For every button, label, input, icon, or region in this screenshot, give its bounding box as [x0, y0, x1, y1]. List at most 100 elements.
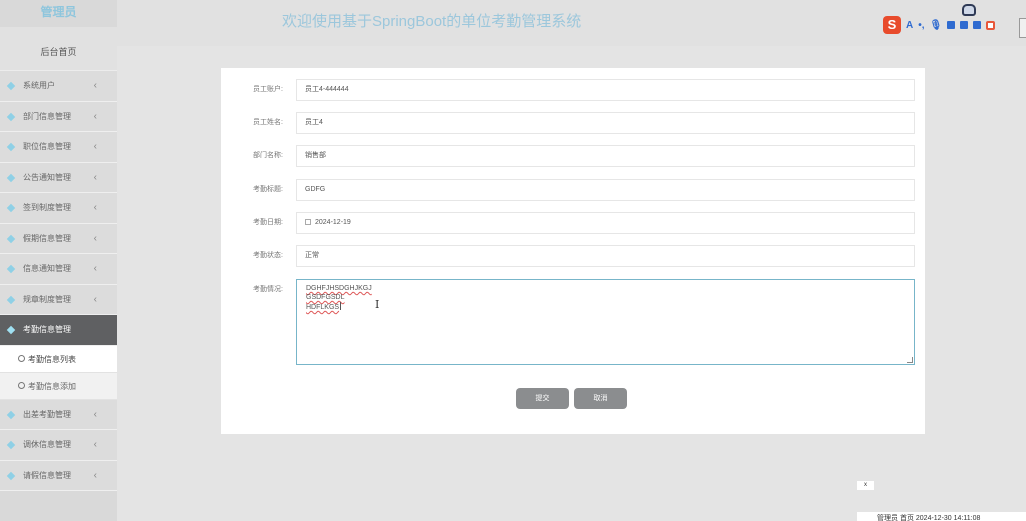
- department-label: 部门名称:: [253, 152, 283, 159]
- sidebar-item-position[interactable]: 职位信息管理 ‹: [0, 132, 117, 163]
- ime-settings-icon[interactable]: [986, 20, 996, 30]
- chevron-left-icon: ‹: [93, 439, 97, 450]
- department-input[interactable]: 销售部: [296, 145, 915, 167]
- diamond-icon: [6, 234, 16, 243]
- footer-status-bar: 管理员 首页 2024-12-30 14:11:08: [857, 512, 1026, 521]
- textarea-line: HDFLKGS: [306, 304, 340, 311]
- attendance-title-label: 考勤标题:: [253, 186, 283, 193]
- chevron-left-icon: ‹: [93, 293, 97, 305]
- cancel-button[interactable]: 取消: [574, 388, 627, 409]
- sidebar-item-label: 规章制度管理: [23, 294, 71, 304]
- check-circle-icon: [18, 354, 25, 362]
- employee-name-label: 员工姓名:: [253, 119, 283, 126]
- side-panel-handle[interactable]: [1019, 18, 1026, 38]
- sidebar-item-holiday[interactable]: 假期信息管理 ‹: [0, 223, 117, 254]
- sidebar-subitem-attendance-list[interactable]: 考勤信息列表: [0, 345, 117, 373]
- form-row-attendance-date: 考勤日期: 2024-12-19: [221, 212, 925, 234]
- diamond-icon: [6, 112, 16, 121]
- attendance-details-textarea[interactable]: DGHFJHSDGHJKGJ GSDFGSDL HDFLKGS: [296, 279, 915, 365]
- sidebar-item-label: 职位信息管理: [23, 142, 71, 151]
- attendance-date-label: 考勤日期:: [253, 219, 283, 226]
- textarea-line: DGHFJHSDGHJKGJ: [306, 285, 372, 292]
- sidebar-item-label: 签到制度管理: [23, 203, 71, 212]
- sidebar-item-day-off[interactable]: 调休信息管理 ‹: [0, 430, 117, 461]
- diamond-icon: [6, 471, 16, 480]
- form-row-department: 部门名称: 销售部: [221, 145, 925, 167]
- sidebar-item-notification[interactable]: 信息通知管理 ‹: [0, 254, 117, 285]
- sidebar-item-label: 调休信息管理: [23, 440, 71, 449]
- sidebar-item-label: 部门信息管理: [23, 111, 71, 121]
- keyboard-icon[interactable]: [947, 21, 956, 29]
- employee-name-input[interactable]: 员工4: [296, 112, 915, 134]
- sidebar-subitem-label: 考勤信息添加: [28, 381, 76, 391]
- diamond-icon: [6, 203, 16, 213]
- page-title: 欢迎使用基于SpringBoot的单位考勤管理系统: [282, 13, 582, 30]
- microphone-icon[interactable]: 🎙: [930, 20, 943, 31]
- form-row-attendance-title: 考勤标题: GDFG: [221, 179, 925, 201]
- chevron-left-icon: ‹: [93, 263, 97, 274]
- ime-letter-mode[interactable]: A: [906, 20, 913, 31]
- sidebar-item-department[interactable]: 部门信息管理 ‹: [0, 101, 117, 132]
- sidebar-subitem-attendance-add[interactable]: 考勤信息添加: [0, 372, 117, 400]
- employee-account-input[interactable]: 员工4-444444: [296, 79, 915, 101]
- chevron-left-icon: ‹: [93, 469, 97, 481]
- chevron-left-icon: ‹: [93, 408, 97, 420]
- resize-grip-icon[interactable]: [907, 357, 913, 363]
- sidebar-item-home[interactable]: 后台首页: [0, 27, 117, 71]
- submit-button[interactable]: 提交: [516, 388, 569, 409]
- chevron-left-icon: ‹: [93, 232, 97, 244]
- ime-punctuation-toggle[interactable]: •,: [918, 20, 924, 31]
- sidebar-role: 管理员: [40, 5, 77, 19]
- sidebar-subitem-label: 考勤信息列表: [28, 354, 76, 364]
- attendance-status-input[interactable]: 正常: [296, 245, 915, 267]
- diamond-icon: [6, 264, 16, 274]
- ime-toolbar: S A •, 🎙: [883, 15, 996, 35]
- sidebar-item-label: 考勤信息管理: [23, 325, 71, 334]
- textarea-line: GSDFGSDL: [306, 294, 345, 301]
- attendance-title-input[interactable]: GDFG: [296, 179, 915, 201]
- chevron-left-icon: ‹: [93, 80, 97, 91]
- attendance-status-label: 考勤状态:: [253, 252, 283, 259]
- chevron-left-icon: ‹: [93, 202, 97, 213]
- sidebar-item-label: 出差考勤管理: [23, 409, 71, 419]
- diamond-icon: [6, 173, 16, 182]
- sidebar-item-system-users[interactable]: 系统用户 ‹: [0, 71, 117, 102]
- sidebar-item-label: 请假信息管理: [23, 470, 71, 480]
- close-popup-button[interactable]: x: [857, 481, 874, 490]
- sidebar-item-label: 信息通知管理: [23, 264, 71, 273]
- form-row-employee-name: 员工姓名: 员工4: [221, 112, 925, 134]
- sidebar-item-announcement[interactable]: 公告通知管理 ‹: [0, 162, 117, 193]
- shirt-icon[interactable]: [960, 21, 969, 29]
- diamond-icon: [6, 142, 16, 152]
- form-row-employee-account: 员工账户: 员工4-444444: [221, 79, 925, 101]
- sidebar-item-leave[interactable]: 请假信息管理 ‹: [0, 460, 117, 491]
- attendance-date-value: 2024-12-19: [315, 219, 351, 226]
- diamond-icon: [6, 410, 16, 419]
- app-window: 管理员 后台首页 系统用户 ‹ 部门信息管理 ‹ 职位信息管理 ‹ 公告通知管理…: [0, 0, 1026, 521]
- sidebar-item-label: 假期信息管理: [23, 233, 71, 243]
- attendance-form: 员工账户: 员工4-444444 员工姓名: 员工4 部门名称: 销售部 考勤标…: [221, 68, 925, 434]
- sidebar-item-attendance[interactable]: 考勤信息管理: [0, 315, 117, 346]
- sidebar-item-label: 系统用户: [23, 81, 55, 90]
- chevron-left-icon: ‹: [93, 110, 97, 122]
- sogou-logo-icon[interactable]: S: [883, 16, 901, 34]
- chevron-left-icon: ‹: [93, 141, 97, 152]
- sidebar-item-business-trip[interactable]: 出差考勤管理 ‹: [0, 399, 117, 430]
- sidebar-item-regulations[interactable]: 规章制度管理 ‹: [0, 284, 117, 315]
- attendance-details-label: 考勤情况:: [253, 286, 283, 293]
- check-circle-icon: [18, 381, 25, 389]
- sidebar-item-label: 公告通知管理: [23, 172, 71, 182]
- text-caret: [340, 302, 342, 310]
- ibeam-cursor-icon: I: [375, 298, 380, 311]
- sidebar-item-signin-rules[interactable]: 签到制度管理 ‹: [0, 193, 117, 224]
- diamond-icon: [6, 440, 16, 450]
- diamond-icon: [6, 295, 16, 304]
- diamond-icon: [6, 81, 16, 91]
- chevron-left-icon: ‹: [93, 171, 97, 183]
- diamond-icon: [6, 325, 16, 335]
- form-row-attendance-status: 考勤状态: 正常: [221, 245, 925, 267]
- top-header: 欢迎使用基于SpringBoot的单位考勤管理系统 S A •, 🎙: [117, 0, 1026, 46]
- attendance-date-input[interactable]: 2024-12-19: [296, 212, 915, 234]
- grid-apps-icon[interactable]: [973, 21, 982, 29]
- calendar-icon: [305, 219, 311, 225]
